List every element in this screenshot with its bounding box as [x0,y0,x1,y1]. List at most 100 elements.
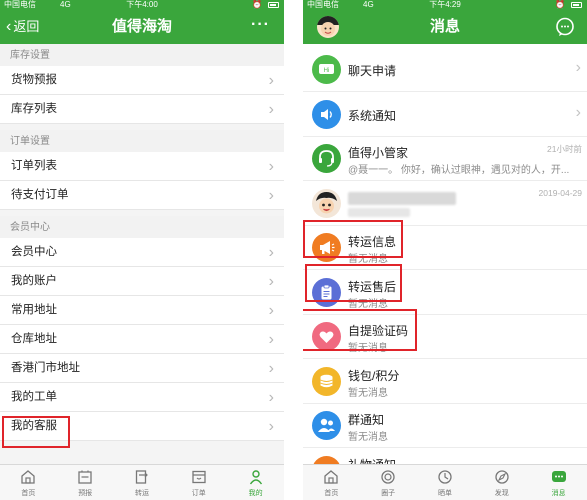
blurred-message-preview [348,207,410,217]
forecast-icon [77,469,93,485]
menu-item[interactable]: 库存列表 › [0,95,284,124]
menu-item[interactable]: 待支付订单 › [0,181,284,210]
section-header: 会员中心 [0,216,284,238]
tab-label: 订单 [191,490,206,497]
menu-item[interactable]: 订单列表 › [0,152,284,181]
transfer-icon [134,469,150,485]
tab-share-order[interactable]: 晒单 [417,465,474,500]
tab-transfer[interactable]: 转运 [114,465,171,500]
message-preview: 暂无消息 [348,387,388,399]
menu-item-label: 香港门市地址 [11,362,80,374]
menu-item[interactable]: 香港门市地址 › [0,354,284,383]
tab-home[interactable]: 首页 [0,465,57,500]
message-time: 2019-04-29 [538,187,582,198]
battery-icon [268,2,279,8]
chevron-right-icon: › [268,331,274,348]
tab-discover[interactable]: 发现 [473,465,530,500]
message-row[interactable]: Hi 聊天申请 › [303,48,587,92]
chevron-right-icon: › [268,360,274,377]
tab-label: 我的 [248,490,263,497]
tab-label: 首页 [21,490,36,497]
clock: 下午4:00 [126,0,158,9]
alarm-icon: ⏰ [252,0,262,9]
message-preview: @聂一一。 你好，确认过眼神，遇见对的人，开... [348,165,570,176]
home-icon [323,469,339,485]
menu-item-label: 货物预报 [11,74,57,86]
tab-bar: 首页 圈子 晒单 发现 消息 [303,464,587,500]
tab-label: 发现 [494,490,509,497]
message-preview: 暂无消息 [348,432,388,443]
message-time: 21小时前 [547,144,582,154]
tab-profile[interactable]: 我的 [227,465,284,500]
page-title: 值得海淘 [111,18,172,35]
tab-forecast[interactable]: 预报 [57,465,114,500]
message-title: 聊天申请 [348,64,397,78]
chat-request-icon: Hi [312,55,341,84]
message-row[interactable]: 群通知 暂无消息 [303,404,587,448]
status-bar: 中国电信 4G 下午4:29 ⏰ [303,0,587,10]
menu-item[interactable]: 我的账户 › [0,267,284,296]
right-phone-screen: 中国电信 4G 下午4:29 ⏰ 消息 Hi 聊天申请 › 系统通知 › 值得小管家 @聂一… [303,0,587,500]
profile-icon [248,469,264,485]
highlight-box-transfer-aftersale [305,264,402,302]
chevron-right-icon: › [575,59,581,76]
section-header: 库存设置 [0,44,284,66]
share-order-icon [437,469,453,485]
chevron-right-icon: › [268,244,274,261]
tab-message[interactable]: 消息 [530,465,587,500]
menu-item[interactable]: 会员中心 › [0,238,284,267]
message-row[interactable]: 钱包/积分暂无消息 [303,359,587,404]
group-icon [312,411,341,440]
tab-home[interactable]: 首页 [303,465,360,500]
menu-item-label: 订单列表 [11,160,57,172]
chevron-right-icon: › [268,187,274,204]
message-title: 值得小管家 [348,146,409,160]
chevron-right-icon: › [268,72,274,89]
menu-item[interactable]: 仓库地址 › [0,325,284,354]
menu-item-label: 库存列表 [11,103,57,115]
message-title: 系统通知 [348,108,397,123]
menu-item-label: 常用地址 [11,304,57,316]
message-row[interactable]: 值得小管家 @聂一一。 你好，确认过眼神，遇见对的人，开... 21小时前 [303,137,587,181]
message-title: 钱包/积分 [348,368,400,383]
chevron-right-icon: › [268,273,274,290]
left-phone-screen: 中国电信 4G 下午4:00 ⏰ ‹ 返回 值得海淘 ··· 库存设置 货物预报 › 库… [0,0,284,500]
user-avatar-icon [312,188,341,218]
more-button[interactable]: ··· [251,10,270,40]
tab-label: 圈子 [381,490,396,497]
message-row[interactable]: 2019-04-29 [303,181,587,226]
menu-item-label: 待支付订单 [11,189,69,201]
chevron-right-icon: › [268,101,274,118]
chevron-right-icon: › [268,389,274,406]
battery-icon [571,2,582,8]
menu-item-label: 我的工单 [11,391,57,403]
status-bar: 中国电信 4G 下午4:00 ⏰ [0,0,284,10]
home-icon [20,469,36,485]
section-header: 订单设置 [0,130,284,152]
speaker-icon [312,99,341,129]
tab-label: 晒单 [437,490,452,497]
message-row[interactable]: 系统通知 › [303,92,587,137]
chat-bubble-icon[interactable] [555,17,575,37]
menu-item-label: 会员中心 [11,246,57,258]
page-title: 消息 [429,18,460,35]
circle-icon [380,469,396,485]
menu-item-label: 仓库地址 [11,333,57,345]
tab-label: 首页 [324,490,339,497]
tab-label: 转运 [134,490,149,497]
chevron-right-icon: › [575,103,581,121]
chevron-right-icon: › [268,302,274,319]
menu-item[interactable]: 货物预报 › [0,66,284,95]
tab-order[interactable]: 订单 [170,465,227,500]
tab-circle[interactable]: 圈子 [360,465,417,500]
clock: 下午4:29 [429,0,461,9]
order-icon [191,469,207,485]
highlight-box [2,416,70,448]
blurred-username [348,191,456,205]
message-icon [551,469,567,485]
menu-item[interactable]: 常用地址 › [0,296,284,325]
highlight-box-transfer-info [303,220,403,258]
tab-label: 消息 [551,490,566,497]
menu-item[interactable]: 我的工单 › [0,383,284,412]
tab-label: 预报 [78,490,93,497]
